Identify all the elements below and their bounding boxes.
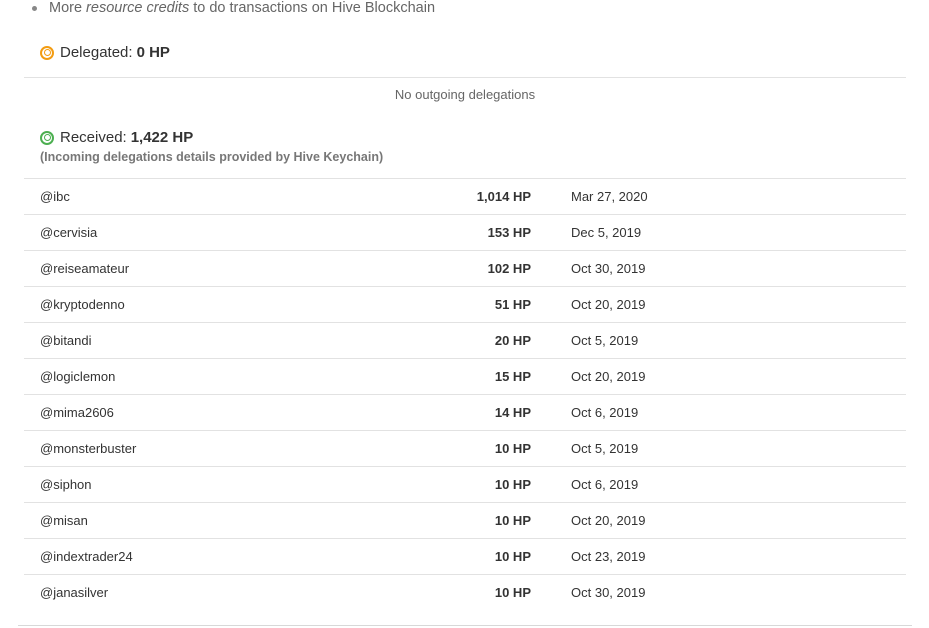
bullet-emphasis: resource credits — [86, 0, 190, 16]
table-row: @mima2606 14 HP Oct 6, 2019 — [24, 394, 906, 430]
delegation-date: Oct 6, 2019 — [571, 405, 639, 420]
delegator-username[interactable]: @monsterbuster — [40, 441, 136, 456]
table-row: @misan 10 HP Oct 20, 2019 — [24, 502, 906, 538]
delegation-amount: 10 HP — [494, 513, 531, 528]
divider — [24, 77, 906, 78]
table-row: @janasilver 10 HP Oct 30, 2019 — [24, 574, 906, 610]
delegator-username[interactable]: @cervisia — [40, 225, 97, 240]
no-outgoing-delegations-message: No outgoing delegations — [394, 87, 536, 102]
delegated-ring-icon — [40, 45, 54, 60]
table-row: @kryptodenno 51 HP Oct 20, 2019 — [24, 286, 906, 322]
table-row: @ibc 1,014 HP Mar 27, 2020 — [24, 178, 906, 214]
delegation-amount: 10 HP — [494, 441, 531, 456]
delegation-amount: 14 HP — [494, 405, 531, 420]
received-label: Received: — [60, 129, 127, 146]
delegated-value: 0 HP — [136, 44, 170, 61]
table-row: @siphon 10 HP Oct 6, 2019 — [24, 466, 906, 502]
incoming-delegations-table: @ibc 1,014 HP Mar 27, 2020 @cervisia 153 HP D… — [24, 178, 906, 610]
table-row: @monsterbuster 10 HP Oct 5, 2019 — [24, 430, 906, 466]
delegation-date: Mar 27, 2020 — [571, 189, 648, 204]
bottom-divider — [18, 625, 912, 626]
delegation-amount: 10 HP — [494, 549, 531, 564]
bullet-dot-icon — [32, 5, 37, 11]
delegation-amount: 102 HP — [487, 261, 531, 276]
delegation-date: Oct 5, 2019 — [571, 441, 639, 456]
delegator-username[interactable]: @siphon — [40, 477, 92, 492]
delegation-amount: 10 HP — [494, 477, 531, 492]
table-row: @bitandi 20 HP Oct 5, 2019 — [24, 322, 906, 358]
delegation-date: Oct 20, 2019 — [571, 369, 646, 384]
delegation-amount: 51 HP — [494, 297, 531, 312]
table-row: @logiclemon 15 HP Oct 20, 2019 — [24, 358, 906, 394]
delegation-date: Oct 30, 2019 — [571, 585, 646, 600]
delegator-username[interactable]: @mima2606 — [40, 405, 114, 420]
delegation-amount: 15 HP — [494, 369, 531, 384]
delegation-date: Oct 20, 2019 — [571, 513, 646, 528]
delegator-username[interactable]: @kryptodenno — [40, 297, 125, 312]
delegator-username[interactable]: @indextrader24 — [40, 549, 133, 564]
table-row: @cervisia 153 HP Dec 5, 2019 — [24, 214, 906, 250]
delegator-username[interactable]: @reiseamateur — [40, 261, 129, 276]
delegation-amount: 10 HP — [494, 585, 531, 600]
delegation-date: Oct 6, 2019 — [571, 477, 639, 492]
bullet-prefix: More — [49, 0, 83, 16]
received-heading: Received: 1,422 HP — [40, 129, 193, 146]
table-row: @indextrader24 10 HP Oct 23, 2019 — [24, 538, 906, 574]
delegation-date: Oct 23, 2019 — [571, 549, 646, 564]
received-value: 1,422 HP — [130, 129, 194, 146]
received-ring-icon — [40, 130, 54, 145]
delegator-username[interactable]: @ibc — [40, 189, 70, 204]
delegator-username[interactable]: @janasilver — [40, 585, 108, 600]
delegation-date: Oct 20, 2019 — [571, 297, 646, 312]
delegation-amount: 20 HP — [494, 333, 531, 348]
resource-credits-bullet: More resource credits to do transactions… — [32, 0, 435, 19]
delegator-username[interactable]: @misan — [40, 513, 88, 528]
bullet-suffix: to do transactions on Hive Blockchain — [193, 0, 436, 16]
delegated-heading: Delegated: 0 HP — [40, 44, 170, 61]
delegation-date: Oct 5, 2019 — [571, 333, 639, 348]
delegation-amount: 1,014 HP — [476, 189, 531, 204]
delegator-username[interactable]: @bitandi — [40, 333, 92, 348]
keychain-note: (Incoming delegations details provided b… — [40, 150, 384, 164]
delegated-label: Delegated: — [60, 44, 133, 61]
delegation-date: Oct 30, 2019 — [571, 261, 646, 276]
delegation-date: Dec 5, 2019 — [571, 225, 642, 240]
delegation-amount: 153 HP — [487, 225, 531, 240]
table-row: @reiseamateur 102 HP Oct 30, 2019 — [24, 250, 906, 286]
delegator-username[interactable]: @logiclemon — [40, 369, 115, 384]
